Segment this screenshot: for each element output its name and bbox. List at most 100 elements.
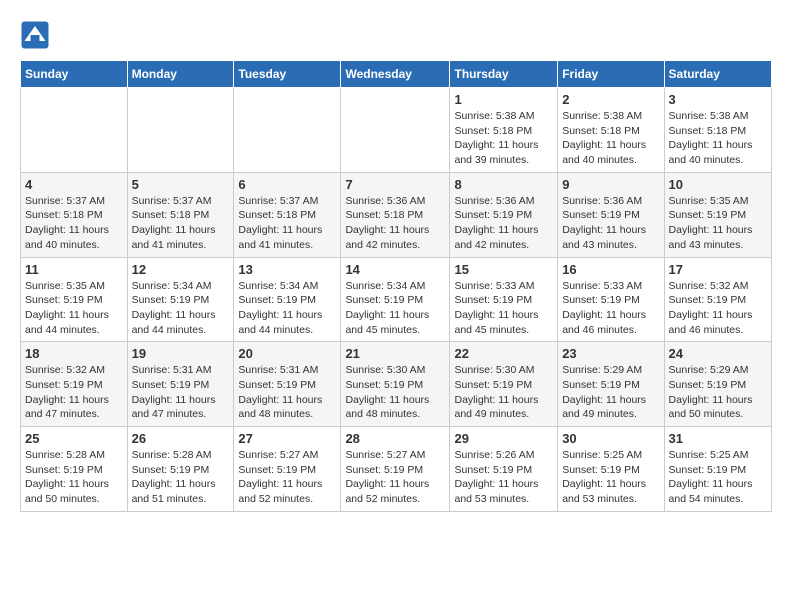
day-cell: 16 Sunrise: 5:33 AM Sunset: 5:19 PM Dayli…: [558, 257, 664, 342]
week-row-1: 1 Sunrise: 5:38 AM Sunset: 5:18 PM Daylig…: [21, 88, 772, 173]
day-cell: 21 Sunrise: 5:30 AM Sunset: 5:19 PM Dayli…: [341, 342, 450, 427]
day-number: 16: [562, 262, 659, 277]
day-number: 18: [25, 346, 123, 361]
logo-icon: [20, 20, 50, 50]
day-cell: 2 Sunrise: 5:38 AM Sunset: 5:18 PM Daylig…: [558, 88, 664, 173]
day-number: 17: [669, 262, 767, 277]
day-number: 4: [25, 177, 123, 192]
day-info: Sunrise: 5:36 AM Sunset: 5:18 PM Dayligh…: [345, 194, 445, 253]
day-cell: 8Sunrise: 5:36 AM Sunset: 5:19 PM Daylig…: [450, 172, 558, 257]
day-cell: 15 Sunrise: 5:33 AM Sunset: 5:19 PM Dayli…: [450, 257, 558, 342]
day-info: Sunrise: 5:34 AM Sunset: 5:19 PM Dayligh…: [132, 279, 230, 338]
day-number: 8: [454, 177, 553, 192]
day-number: 15: [454, 262, 553, 277]
day-info: Sunrise: 5:38 AM Sunset: 5:18 PM Dayligh…: [454, 109, 553, 168]
day-number: 10: [669, 177, 767, 192]
day-cell: 25 Sunrise: 5:28 AM Sunset: 5:19 PM Dayli…: [21, 427, 128, 512]
day-cell: [234, 88, 341, 173]
day-number: 31: [669, 431, 767, 446]
day-cell: 24 Sunrise: 5:29 AM Sunset: 5:19 PM Dayli…: [664, 342, 771, 427]
day-info: Sunrise: 5:33 AM Sunset: 5:19 PM Dayligh…: [454, 279, 553, 338]
day-number: 28: [345, 431, 445, 446]
day-info: Sunrise: 5:31 AM Sunset: 5:19 PM Dayligh…: [132, 363, 230, 422]
day-cell: 22 Sunrise: 5:30 AM Sunset: 5:19 PM Dayli…: [450, 342, 558, 427]
day-cell: 30 Sunrise: 5:25 AM Sunset: 5:19 PM Dayli…: [558, 427, 664, 512]
day-info: Sunrise: 5:28 AM Sunset: 5:19 PM Dayligh…: [25, 448, 123, 507]
day-info: Sunrise: 5:37 AM Sunset: 5:18 PM Dayligh…: [25, 194, 123, 253]
day-cell: 26 Sunrise: 5:28 AM Sunset: 5:19 PM Dayli…: [127, 427, 234, 512]
day-info: Sunrise: 5:37 AM Sunset: 5:18 PM Dayligh…: [238, 194, 336, 253]
col-header-wednesday: Wednesday: [341, 61, 450, 88]
day-number: 3: [669, 92, 767, 107]
day-number: 7: [345, 177, 445, 192]
day-info: Sunrise: 5:32 AM Sunset: 5:19 PM Dayligh…: [25, 363, 123, 422]
day-number: 23: [562, 346, 659, 361]
day-number: 1: [454, 92, 553, 107]
day-info: Sunrise: 5:25 AM Sunset: 5:19 PM Dayligh…: [669, 448, 767, 507]
week-row-4: 18 Sunrise: 5:32 AM Sunset: 5:19 PM Dayli…: [21, 342, 772, 427]
day-cell: 18 Sunrise: 5:32 AM Sunset: 5:19 PM Dayli…: [21, 342, 128, 427]
day-cell: 10 Sunrise: 5:35 AM Sunset: 5:19 PM Dayli…: [664, 172, 771, 257]
day-cell: 11 Sunrise: 5:35 AM Sunset: 5:19 PM Dayli…: [21, 257, 128, 342]
col-header-saturday: Saturday: [664, 61, 771, 88]
col-header-thursday: Thursday: [450, 61, 558, 88]
day-cell: 31 Sunrise: 5:25 AM Sunset: 5:19 PM Dayli…: [664, 427, 771, 512]
day-number: 26: [132, 431, 230, 446]
day-cell: 4 Sunrise: 5:37 AM Sunset: 5:18 PM Daylig…: [21, 172, 128, 257]
day-number: 13: [238, 262, 336, 277]
day-cell: [127, 88, 234, 173]
day-number: 30: [562, 431, 659, 446]
day-info: Sunrise: 5:29 AM Sunset: 5:19 PM Dayligh…: [669, 363, 767, 422]
day-number: 20: [238, 346, 336, 361]
day-info: Sunrise: 5:33 AM Sunset: 5:19 PM Dayligh…: [562, 279, 659, 338]
header-row: SundayMondayTuesdayWednesdayThursdayFrid…: [21, 61, 772, 88]
day-info: Sunrise: 5:35 AM Sunset: 5:19 PM Dayligh…: [669, 194, 767, 253]
day-number: 5: [132, 177, 230, 192]
day-number: 27: [238, 431, 336, 446]
day-cell: 3Sunrise: 5:38 AM Sunset: 5:18 PM Daylig…: [664, 88, 771, 173]
day-number: 2: [562, 92, 659, 107]
day-cell: 20 Sunrise: 5:31 AM Sunset: 5:19 PM Dayli…: [234, 342, 341, 427]
day-cell: 9 Sunrise: 5:36 AM Sunset: 5:19 PM Daylig…: [558, 172, 664, 257]
day-info: Sunrise: 5:27 AM Sunset: 5:19 PM Dayligh…: [345, 448, 445, 507]
day-cell: 14 Sunrise: 5:34 AM Sunset: 5:19 PM Dayli…: [341, 257, 450, 342]
day-info: Sunrise: 5:34 AM Sunset: 5:19 PM Dayligh…: [345, 279, 445, 338]
logo: [20, 20, 54, 50]
day-cell: 29 Sunrise: 5:26 AM Sunset: 5:19 PM Dayli…: [450, 427, 558, 512]
day-number: 25: [25, 431, 123, 446]
day-info: Sunrise: 5:35 AM Sunset: 5:19 PM Dayligh…: [25, 279, 123, 338]
col-header-tuesday: Tuesday: [234, 61, 341, 88]
day-info: Sunrise: 5:38 AM Sunset: 5:18 PM Dayligh…: [562, 109, 659, 168]
day-info: Sunrise: 5:36 AM Sunset: 5:19 PM Dayligh…: [562, 194, 659, 253]
day-number: 11: [25, 262, 123, 277]
day-info: Sunrise: 5:30 AM Sunset: 5:19 PM Dayligh…: [454, 363, 553, 422]
day-info: Sunrise: 5:28 AM Sunset: 5:19 PM Dayligh…: [132, 448, 230, 507]
day-cell: 17Sunrise: 5:32 AM Sunset: 5:19 PM Dayli…: [664, 257, 771, 342]
day-number: 22: [454, 346, 553, 361]
day-cell: 6 Sunrise: 5:37 AM Sunset: 5:18 PM Daylig…: [234, 172, 341, 257]
day-cell: 12 Sunrise: 5:34 AM Sunset: 5:19 PM Dayli…: [127, 257, 234, 342]
day-info: Sunrise: 5:34 AM Sunset: 5:19 PM Dayligh…: [238, 279, 336, 338]
day-number: 12: [132, 262, 230, 277]
day-number: 29: [454, 431, 553, 446]
day-number: 14: [345, 262, 445, 277]
calendar-table: SundayMondayTuesdayWednesdayThursdayFrid…: [20, 60, 772, 512]
day-info: Sunrise: 5:30 AM Sunset: 5:19 PM Dayligh…: [345, 363, 445, 422]
day-info: Sunrise: 5:25 AM Sunset: 5:19 PM Dayligh…: [562, 448, 659, 507]
day-number: 9: [562, 177, 659, 192]
day-number: 6: [238, 177, 336, 192]
day-cell: 7 Sunrise: 5:36 AM Sunset: 5:18 PM Daylig…: [341, 172, 450, 257]
day-cell: 13 Sunrise: 5:34 AM Sunset: 5:19 PM Dayli…: [234, 257, 341, 342]
col-header-sunday: Sunday: [21, 61, 128, 88]
day-cell: 28 Sunrise: 5:27 AM Sunset: 5:19 PM Dayli…: [341, 427, 450, 512]
day-cell: 19Sunrise: 5:31 AM Sunset: 5:19 PM Dayli…: [127, 342, 234, 427]
day-number: 21: [345, 346, 445, 361]
day-number: 24: [669, 346, 767, 361]
day-cell: [341, 88, 450, 173]
day-info: Sunrise: 5:26 AM Sunset: 5:19 PM Dayligh…: [454, 448, 553, 507]
week-row-3: 11 Sunrise: 5:35 AM Sunset: 5:19 PM Dayli…: [21, 257, 772, 342]
day-cell: 23Sunrise: 5:29 AM Sunset: 5:19 PM Dayli…: [558, 342, 664, 427]
day-cell: 27Sunrise: 5:27 AM Sunset: 5:19 PM Dayli…: [234, 427, 341, 512]
col-header-friday: Friday: [558, 61, 664, 88]
day-info: Sunrise: 5:31 AM Sunset: 5:19 PM Dayligh…: [238, 363, 336, 422]
